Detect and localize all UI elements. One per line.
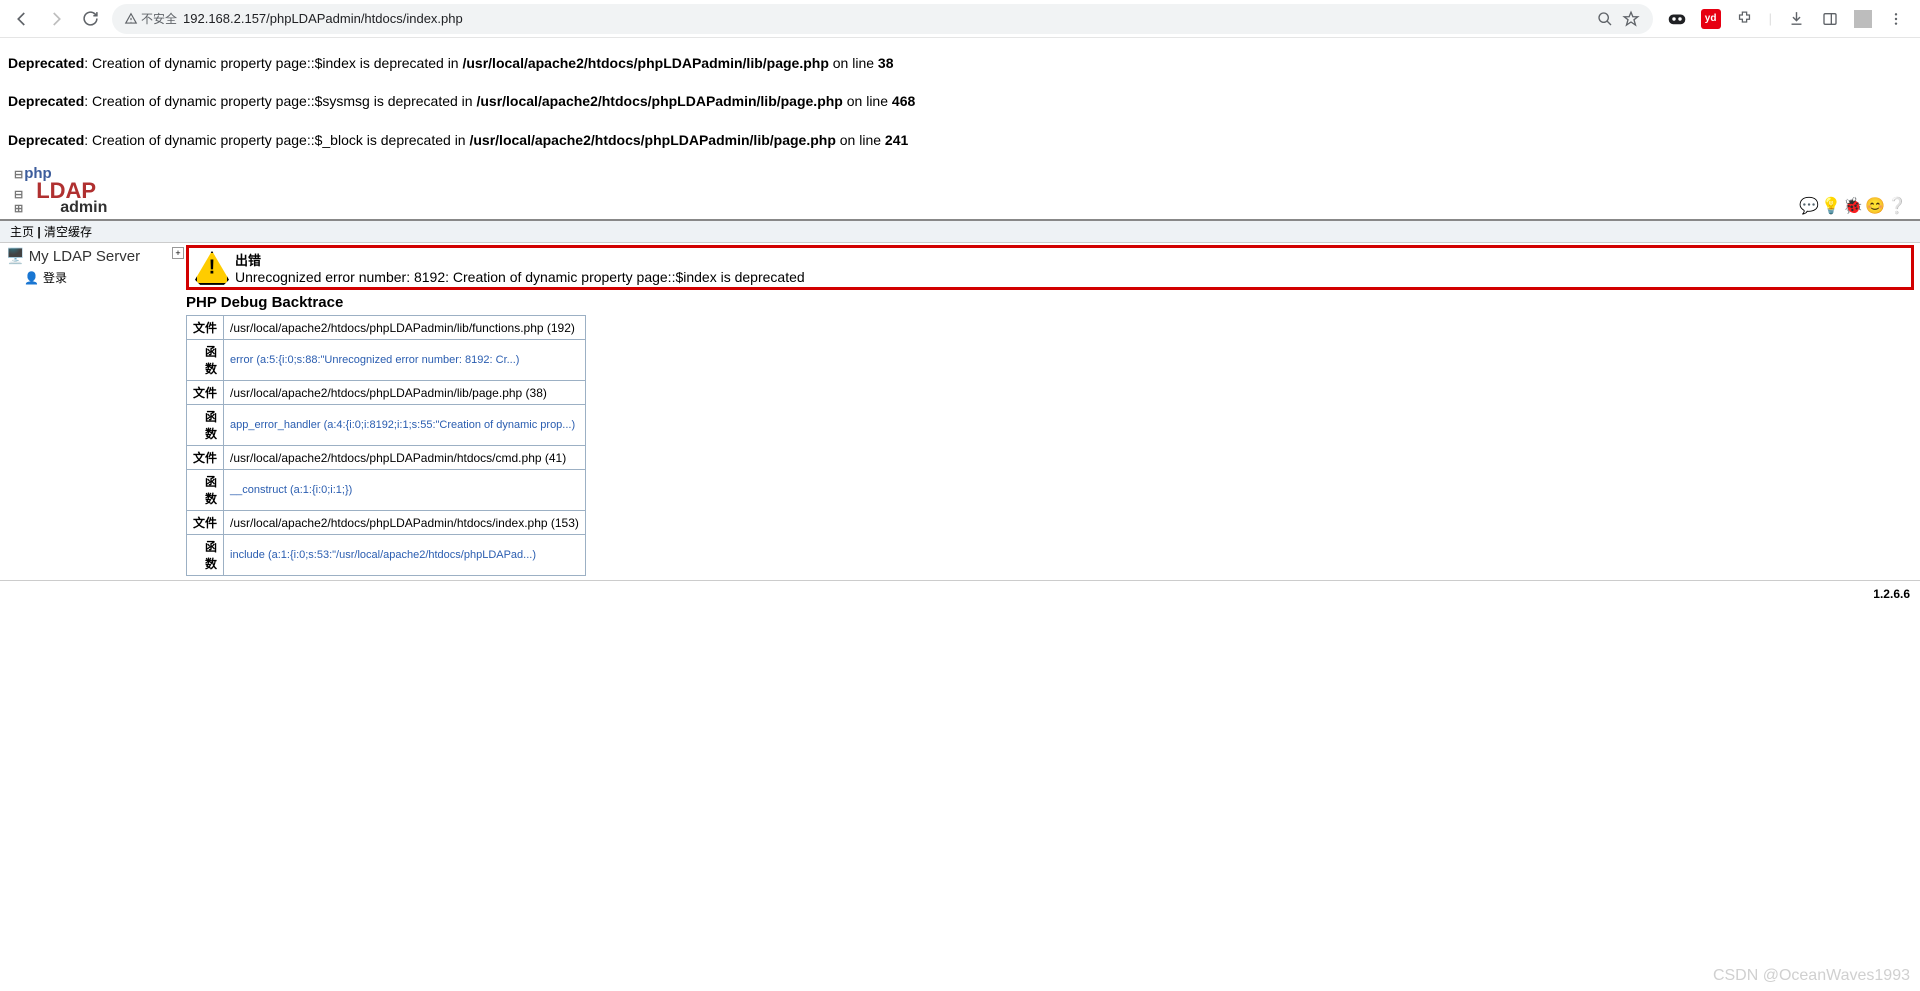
table-row: 函数app_error_handler (a:4:{i:0;i:8192;i:1… — [187, 405, 586, 446]
chrome-extension-icons: yd | — [1663, 9, 1910, 29]
server-node[interactable]: 🖥️ My LDAP Server — [6, 247, 180, 265]
address-bar[interactable]: 不安全 192.168.2.157/phpLDAPadmin/htdocs/in… — [112, 4, 1653, 34]
bookmark-star-icon[interactable] — [1621, 9, 1641, 29]
back-button[interactable] — [10, 7, 34, 31]
forward-button[interactable] — [44, 7, 68, 31]
main-layout: + 🖥️ My LDAP Server 👤 登录 出错 Unrecognized… — [0, 243, 1920, 576]
backtrace-table: 文件/usr/local/apache2/htdocs/phpLDAPadmin… — [186, 315, 586, 576]
purge-cache-link[interactable]: 清空缓存 — [44, 225, 92, 239]
lightbulb-icon[interactable]: 💡 — [1822, 197, 1840, 215]
sidebar: + 🖥️ My LDAP Server 👤 登录 — [0, 243, 186, 576]
backtrace-heading: PHP Debug Backtrace — [186, 294, 1914, 311]
expand-tree-icon[interactable]: + — [172, 247, 184, 259]
login-link[interactable]: 👤 登录 — [24, 269, 180, 286]
download-icon[interactable] — [1786, 9, 1806, 29]
table-row: 文件/usr/local/apache2/htdocs/phpLDAPadmin… — [187, 446, 586, 470]
reload-button[interactable] — [78, 7, 102, 31]
table-row: 文件/usr/local/apache2/htdocs/phpLDAPadmin… — [187, 511, 586, 535]
help-icon[interactable]: ❔ — [1888, 197, 1906, 215]
link-bar: 主页 | 清空缓存 — [0, 221, 1920, 243]
error-message: Unrecognized error number: 8192: Creatio… — [235, 269, 805, 285]
home-link[interactable]: 主页 — [10, 225, 34, 239]
table-row: 文件/usr/local/apache2/htdocs/phpLDAPadmin… — [187, 381, 586, 405]
url-text: 192.168.2.157/phpLDAPadmin/htdocs/index.… — [183, 11, 463, 26]
php-deprecated-notices: Deprecated: Creation of dynamic property… — [0, 38, 1920, 151]
version-label: 1.2.6.6 — [0, 580, 1920, 607]
table-row: 文件/usr/local/apache2/htdocs/phpLDAPadmin… — [187, 316, 586, 340]
error-box: 出错 Unrecognized error number: 8192: Crea… — [186, 245, 1914, 290]
insecure-badge: 不安全 — [124, 10, 177, 27]
bug-icon[interactable]: 🐞 — [1844, 197, 1862, 215]
request-feature-icon[interactable]: 💬 — [1800, 197, 1818, 215]
ext-icon-yd[interactable]: yd — [1701, 9, 1721, 29]
deprecated-line: Deprecated: Creation of dynamic property… — [8, 129, 1912, 151]
server-icon: 🖥️ — [6, 247, 25, 265]
sidepanel-icon[interactable] — [1820, 9, 1840, 29]
watermark: CSDN @OceanWaves1993 — [1713, 967, 1910, 985]
profile-avatar[interactable] — [1854, 10, 1872, 28]
app-header: ⊟php ⊟LDAP ⊞admin 💬 💡 🐞 😊 ❔ — [0, 167, 1920, 221]
deprecated-line: Deprecated: Creation of dynamic property… — [8, 90, 1912, 112]
person-icon: 👤 — [24, 271, 39, 285]
table-row: 函数error (a:5:{i:0;s:88:"Unrecognized err… — [187, 340, 586, 381]
phpldapadmin-logo: ⊟php ⊟LDAP ⊞admin — [8, 167, 107, 215]
table-row: 函数include (a:1:{i:0;s:53:"/usr/local/apa… — [187, 535, 586, 576]
content-area: 出错 Unrecognized error number: 8192: Crea… — [186, 243, 1920, 576]
deprecated-line: Deprecated: Creation of dynamic property… — [8, 52, 1912, 74]
kebab-menu-icon[interactable] — [1886, 9, 1906, 29]
error-title: 出错 — [235, 250, 805, 269]
table-row: 函数__construct (a:1:{i:0;i:1;}) — [187, 470, 586, 511]
zoom-icon[interactable] — [1595, 9, 1615, 29]
ext-icon-1[interactable] — [1667, 9, 1687, 29]
extensions-icon[interactable] — [1735, 9, 1755, 29]
browser-toolbar: 不安全 192.168.2.157/phpLDAPadmin/htdocs/in… — [0, 0, 1920, 38]
warning-icon — [195, 251, 229, 285]
header-tool-icons: 💬 💡 🐞 😊 ❔ — [1800, 197, 1912, 215]
smiley-icon[interactable]: 😊 — [1866, 197, 1884, 215]
